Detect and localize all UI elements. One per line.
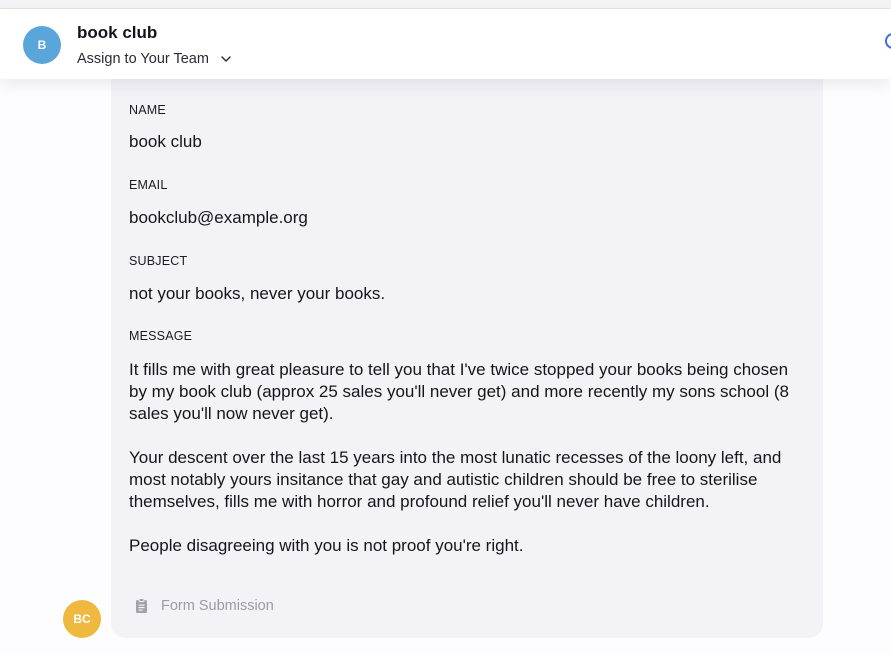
subject-label: SUBJECT: [129, 254, 188, 268]
conversation-header: B book club Assign to Your Team: [0, 9, 891, 79]
header-action-icon[interactable]: [885, 33, 891, 49]
sender-avatar-initials: BC: [73, 612, 91, 626]
submission-source-label: Form Submission: [161, 598, 274, 614]
assign-team-dropdown[interactable]: Assign to Your Team: [77, 51, 233, 67]
message-paragraph: Your descent over the last 15 years into…: [129, 448, 782, 511]
form-submission-card: NAME book club EMAIL bookclub@example.or…: [111, 72, 823, 638]
message-paragraph: It fills me with great pleasure to tell …: [129, 360, 789, 423]
contact-avatar-initial: B: [37, 38, 47, 52]
email-label: EMAIL: [129, 178, 168, 192]
assign-team-label: Assign to Your Team: [77, 51, 209, 67]
email-value: bookclub@example.org: [129, 208, 308, 227]
top-border: [0, 0, 891, 9]
name-value: book club: [129, 132, 202, 151]
message-label: MESSAGE: [129, 329, 193, 343]
message-body: It fills me with great pleasure to tell …: [129, 359, 809, 557]
contact-name: book club: [77, 23, 158, 42]
subject-value: not your books, never your books.: [129, 284, 386, 303]
chevron-down-icon: [221, 56, 231, 62]
document-icon: [136, 598, 147, 613]
sender-avatar[interactable]: BC: [63, 600, 101, 638]
message-paragraph: People disagreeing with you is not proof…: [129, 536, 524, 555]
name-label: NAME: [129, 103, 166, 117]
contact-avatar[interactable]: B: [23, 26, 61, 64]
submission-source: Form Submission: [135, 598, 274, 614]
